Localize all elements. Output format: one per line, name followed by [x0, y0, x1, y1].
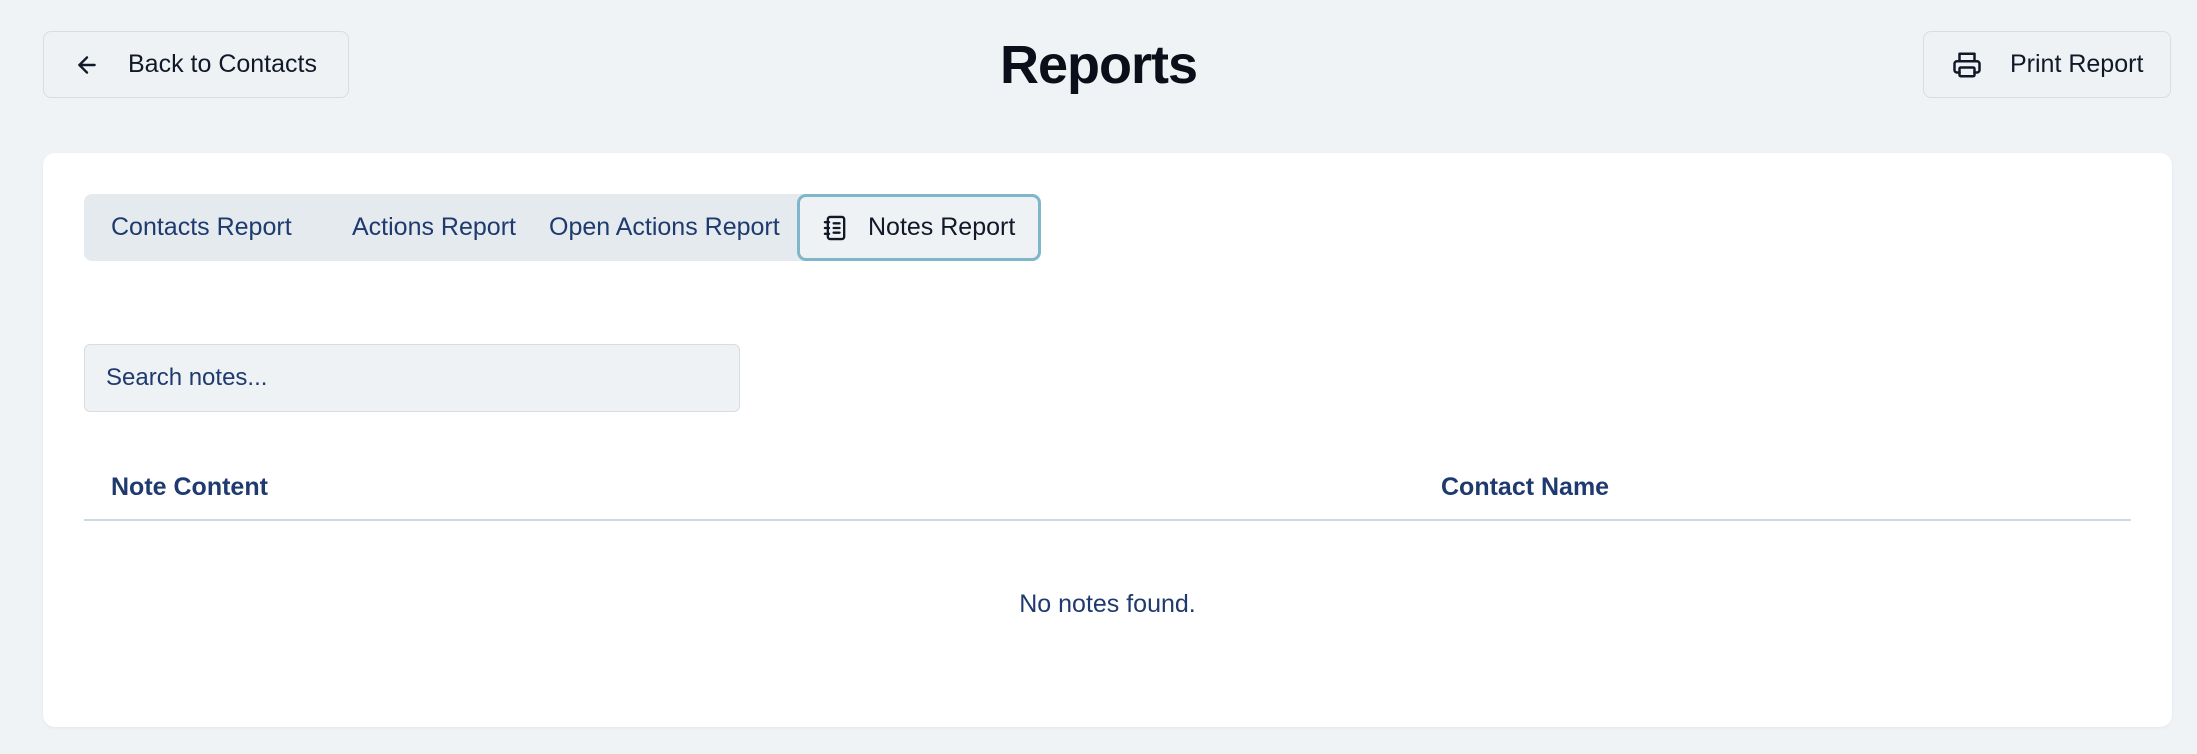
tab-notes-report[interactable]: Notes Report — [797, 194, 1041, 261]
notebook-icon — [822, 214, 850, 242]
arrow-left-icon — [74, 52, 100, 78]
empty-state-message: No notes found. — [1019, 590, 1196, 618]
tab-open-actions-report[interactable]: Open Actions Report — [508, 194, 780, 261]
report-card: Contacts Report Actions Report Open Acti… — [43, 153, 2172, 727]
column-header-contact-name[interactable]: Contact Name — [1441, 453, 1609, 521]
search-notes-input[interactable] — [84, 344, 740, 412]
print-report-button[interactable]: Print Report — [1923, 31, 2171, 98]
tab-contacts-report[interactable]: Contacts Report — [84, 194, 292, 261]
tab-notes-report-label: Notes Report — [868, 213, 1016, 241]
printer-icon — [1952, 50, 1982, 80]
notes-table: Note Content Contact Name No notes found… — [84, 453, 2131, 619]
back-button-label: Back to Contacts — [128, 50, 317, 78]
back-to-contacts-button[interactable]: Back to Contacts — [43, 31, 349, 98]
report-tabs: Contacts Report Actions Report Open Acti… — [84, 194, 1041, 261]
print-button-label: Print Report — [2010, 50, 2144, 78]
top-bar: Back to Contacts Reports Print Report — [0, 0, 2197, 150]
tab-actions-report[interactable]: Actions Report — [284, 194, 516, 261]
table-header: Note Content Contact Name — [84, 453, 2131, 521]
column-header-note-content[interactable]: Note Content — [111, 453, 268, 521]
